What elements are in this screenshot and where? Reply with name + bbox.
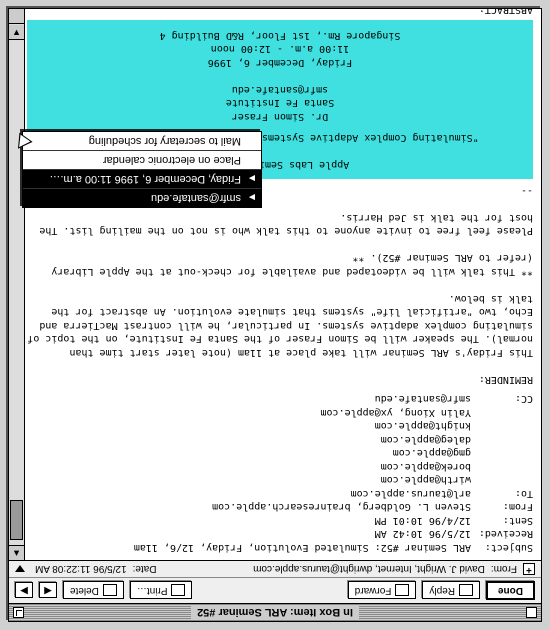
received-label: Received: — [471, 527, 533, 541]
menu-item-email[interactable]: smfr@santafe.edu — [23, 188, 261, 207]
print-label: Print… — [137, 585, 168, 596]
sent-value: 12/4/96 10:01 PM — [128, 514, 471, 528]
to-value-5: knight@apple.com — [128, 419, 471, 433]
prev-message-button[interactable]: ◀ — [39, 583, 57, 599]
abstract-label: ABSTRACT: — [27, 9, 533, 17]
info-from-label: From: — [491, 564, 517, 575]
to-value-1: wirth@apple.com — [128, 473, 471, 487]
forward-label: Forward — [355, 585, 392, 596]
received-value: 12/5/96 10:42 AM — [128, 527, 471, 541]
info-bar: + From: David J. Wright, Internet, dwrig… — [9, 560, 541, 577]
to-value-4: daleg@apple.com — [128, 433, 471, 447]
window-title: In Box Item: ARL Seminar #52 — [191, 606, 359, 620]
toolbar: Done Reply Forward Print… Delete ◀ ▶ — [9, 577, 541, 603]
expand-icon[interactable]: + — [523, 563, 535, 575]
close-icon[interactable] — [526, 607, 537, 618]
to-value-0: arl@taurus.apple.com — [128, 487, 471, 501]
delete-label: Delete — [70, 585, 99, 596]
to-value-6: Yalin Xiong, yx@apple.com — [128, 406, 471, 420]
chevron-down-icon[interactable] — [15, 566, 25, 573]
speaker-name: Dr. Simon Fraser — [31, 110, 529, 124]
sent-label: Sent: — [471, 514, 533, 528]
from-value: Steven L. Goldberg, brainresearch.apple.… — [128, 500, 471, 514]
done-button[interactable]: Done — [486, 581, 535, 600]
to-label: To: — [471, 487, 533, 501]
menu-item-mail-secretary[interactable]: Mail to secretary for scheduling — [23, 132, 261, 150]
titlebar: In Box Item: ARL Seminar #52 — [9, 603, 541, 621]
body-p2: ** This talk will be videotaped and avai… — [27, 251, 533, 278]
done-label: Done — [498, 585, 523, 596]
cc-value: smfr@santafe.edu — [128, 392, 471, 406]
seminar-location: Singapore Rm., 1st Floor, R&D Building 4 — [31, 29, 529, 43]
menu-item-label: Place on electronic calendar — [103, 154, 241, 166]
menu-item-datetime[interactable]: Friday, December 6, 1996 11:00 a.m.… — [23, 169, 261, 188]
zoom-icon[interactable] — [13, 607, 24, 618]
info-from-value: David J. Wright, Internet, dwright@tauru… — [253, 564, 485, 575]
subject-value: ARL Seminar #52: Simulated Evolution, Fr… — [128, 541, 471, 555]
from-label: From: — [471, 500, 533, 514]
menu-item-label: smfr@santafe.edu — [151, 192, 241, 204]
speaker-email: smfr@santafe.edu — [31, 83, 529, 97]
reply-icon — [459, 585, 473, 597]
forward-icon — [395, 585, 409, 597]
print-icon — [171, 585, 185, 597]
scroll-up-icon[interactable]: ▲ — [9, 545, 24, 560]
context-menu[interactable]: smfr@santafe.edu Friday, December 6, 199… — [22, 131, 262, 208]
delete-button[interactable]: Delete — [63, 582, 124, 600]
cc-label: CC: — [471, 392, 533, 406]
vertical-scrollbar[interactable]: ▲ ▼ — [9, 9, 25, 560]
subject-label: Subject: — [471, 541, 533, 555]
reminder-label: REMINDER: — [27, 373, 533, 387]
scroll-down-icon[interactable]: ▼ — [9, 25, 24, 40]
print-button[interactable]: Print… — [130, 582, 193, 600]
mail-window: In Box Item: ARL Seminar #52 Done Reply … — [8, 8, 542, 622]
info-date-value: 12/5/96 11:22:08 AM — [35, 564, 127, 575]
resize-handle-icon[interactable] — [9, 9, 24, 24]
message-content: Subject: ARL Seminar #52: Simulated Evol… — [9, 9, 541, 560]
to-value-3: gmg@apple.com — [128, 446, 471, 460]
header-table: Subject: ARL Seminar #52: Simulated Evol… — [128, 392, 533, 554]
menu-item-label: Mail to secretary for scheduling — [89, 135, 241, 147]
menu-item-label: Friday, December 6, 1996 11:00 a.m.… — [49, 173, 241, 185]
next-message-button[interactable]: ▶ — [15, 583, 33, 599]
forward-button[interactable]: Forward — [348, 582, 417, 600]
info-date-label: Date: — [133, 564, 157, 575]
trash-icon — [103, 585, 117, 597]
body-p1: This Friday's ARL Seminar will take plac… — [27, 292, 533, 360]
reply-button[interactable]: Reply — [422, 582, 480, 600]
reply-label: Reply — [429, 585, 455, 596]
speaker-affiliation: Santa Fe Institute — [31, 96, 529, 110]
scroll-thumb[interactable] — [10, 500, 23, 540]
to-value-2: borek@apple.com — [128, 460, 471, 474]
seminar-time: 11:00 a.m. - 12:00 noon — [31, 42, 529, 56]
seminar-date: Friday, December 6, 1996 — [31, 56, 529, 70]
menu-item-calendar[interactable]: Place on electronic calendar — [23, 150, 261, 169]
body-p3: Please feel free to invite anyone to thi… — [27, 211, 533, 238]
